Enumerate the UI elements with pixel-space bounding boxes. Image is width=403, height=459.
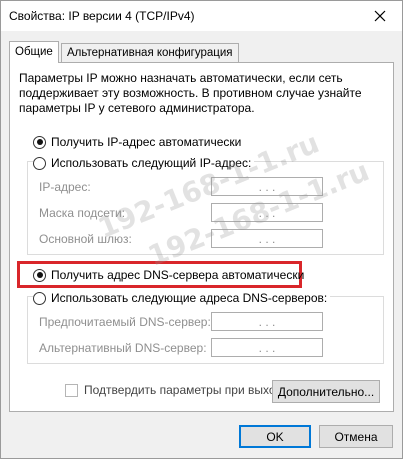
default-gateway-value: . . .	[258, 231, 276, 246]
description-line: Параметры IP можно назначать автоматичес…	[19, 71, 343, 85]
description-line: поддерживает эту возможность. В противно…	[19, 86, 362, 100]
dns-auto-label: Получить адрес DNS-сервера автоматически	[51, 268, 305, 282]
alternate-dns-label: Альтернативный DNS-сервер:	[39, 341, 207, 355]
dns-auto-radio[interactable]	[33, 268, 46, 282]
ip-auto-radio[interactable]	[33, 135, 46, 149]
default-gateway-label: Основной шлюз:	[39, 232, 132, 246]
dialog-window: Свойства: IP версии 4 (TCP/IPv4) Общие А…	[0, 0, 403, 459]
ip-address-label: IP-адрес:	[39, 180, 91, 194]
tab-alternate-config[interactable]: Альтернативная конфигурация	[61, 43, 239, 62]
ok-button[interactable]: OK	[239, 425, 311, 448]
cancel-button[interactable]: Отмена	[319, 425, 393, 448]
close-button[interactable]	[358, 1, 402, 31]
preferred-dns-label: Предпочитаемый DNS-сервер:	[39, 315, 211, 329]
validate-on-exit-label: Подтвердить параметры при выходе	[84, 383, 289, 397]
alternate-dns-value: . . .	[258, 340, 276, 355]
subnet-mask-input[interactable]: . . .	[211, 203, 323, 222]
advanced-button[interactable]: Дополнительно...	[272, 380, 380, 403]
ip-address-value: . . .	[258, 179, 276, 194]
dns-auto-option[interactable]: Получить адрес DNS-сервера автоматически	[33, 267, 304, 283]
close-icon	[374, 10, 386, 22]
subnet-mask-label: Маска подсети:	[39, 206, 126, 220]
validate-on-exit-checkbox[interactable]	[65, 383, 78, 397]
ip-auto-label: Получить IP-адрес автоматически	[51, 135, 242, 149]
dns-manual-option[interactable]: Использовать следующие адреса DNS-сервер…	[33, 290, 331, 306]
dns-manual-label: Использовать следующие адреса DNS-сервер…	[51, 291, 328, 305]
default-gateway-input[interactable]: . . .	[211, 229, 323, 248]
dns-manual-radio[interactable]	[33, 291, 46, 305]
title-bar[interactable]: Свойства: IP версии 4 (TCP/IPv4)	[1, 1, 402, 31]
ip-manual-label: Использовать следующий IP-адрес:	[51, 156, 252, 170]
description-line: параметры IP у сетевого администратора.	[19, 101, 255, 115]
ip-auto-option[interactable]: Получить IP-адрес автоматически	[33, 134, 241, 150]
description-text: Параметры IP можно назначать автоматичес…	[19, 71, 379, 116]
validate-on-exit-option[interactable]: Подтвердить параметры при выходе	[65, 383, 289, 397]
ip-manual-option[interactable]: Использовать следующий IP-адрес:	[33, 155, 255, 171]
tab-general[interactable]: Общие	[9, 41, 59, 63]
ip-manual-radio[interactable]	[33, 156, 46, 170]
preferred-dns-input[interactable]: . . .	[211, 312, 323, 331]
alternate-dns-input[interactable]: . . .	[211, 338, 323, 357]
window-title: Свойства: IP версии 4 (TCP/IPv4)	[9, 9, 195, 23]
ip-address-input[interactable]: . . .	[211, 177, 323, 196]
subnet-mask-value: . . .	[258, 205, 276, 220]
preferred-dns-value: . . .	[258, 314, 276, 329]
